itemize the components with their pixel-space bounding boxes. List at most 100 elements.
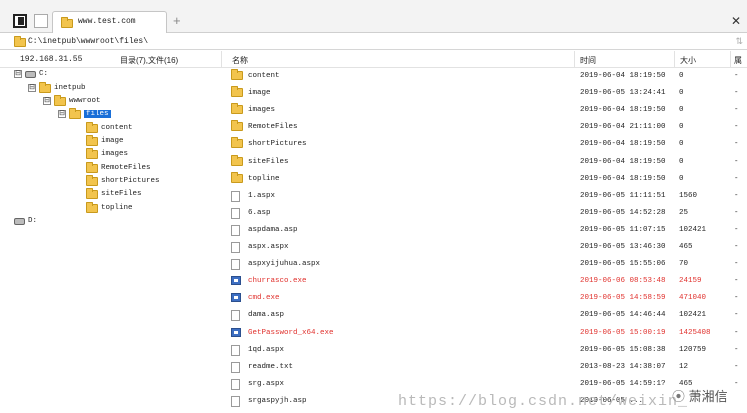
file-row[interactable]: dama.asp 2019-06-05 14:46:44 102421 - (222, 307, 747, 324)
file-name: cmd.exe (248, 294, 280, 303)
close-icon[interactable]: ✕ (731, 14, 741, 28)
column-divider (730, 51, 731, 68)
file-row[interactable]: readme.txt 2013-08-23 14:38:07 12 - (222, 359, 747, 376)
file-row[interactable]: 1.aspx 2019-06-05 11:11:51 1560 - (222, 188, 747, 205)
file-time: 2019-06-05 15:55:06 (580, 260, 666, 269)
tree-node-remotefiles[interactable]: RemoteFiles (86, 161, 151, 174)
column-divider (574, 51, 575, 68)
file-size: 25 (679, 208, 689, 217)
tree-node-wwwroot[interactable]: ⊟ wwwroot (43, 94, 101, 107)
tab-label: www.test.com (78, 17, 136, 26)
folder-icon (86, 134, 98, 146)
file-size: 102421 (679, 225, 707, 234)
server-ip: 192.168.31.55 (20, 55, 83, 64)
sort-arrows-icon[interactable]: ⇅ (735, 36, 743, 47)
file-attr: - (734, 328, 739, 337)
tree-node-label: images (101, 150, 129, 158)
panel-toggle-button[interactable] (13, 14, 27, 28)
file-name: image (248, 89, 271, 98)
file-row[interactable]: aspxyijuhua.aspx 2019-06-05 15:55:06 70 - (222, 256, 747, 273)
tree-node-content[interactable]: content (86, 121, 133, 134)
file-row[interactable]: 1qd.aspx 2019-06-05 15:08:38 120759 - (222, 342, 747, 359)
file-icon (231, 242, 240, 253)
file-name: aspx.aspx (248, 243, 289, 251)
tree-node-label: C: (39, 70, 49, 78)
title-bar: www.test.com + ✕ (0, 0, 747, 33)
tree-node-topline[interactable]: topline (86, 201, 133, 214)
file-name: images (248, 106, 276, 115)
file-time: 2019-06-04 18:19:50 (580, 72, 666, 80)
file-time: 2019-06-05 13:46:30 (580, 243, 666, 251)
path-input[interactable]: C:\inetpub\wwwroot\files\ (28, 37, 148, 46)
folder-icon (54, 94, 66, 106)
folder-icon (231, 154, 243, 166)
folder-row[interactable]: images 2019-06-04 18:19:50 0 - (222, 102, 747, 119)
folder-icon (86, 201, 98, 213)
file-time: 2019-06-05 13:24:41 (580, 89, 666, 98)
tree-node-label: wwwroot (69, 97, 101, 105)
folder-row[interactable]: topline 2019-06-04 18:19:50 0 - (222, 171, 747, 188)
file-time: 2013-08-23 14:38:07 (580, 362, 666, 371)
file-row[interactable]: cmd.exe 2019-06-05 14:58:59 471040 - (222, 290, 747, 307)
file-attr: - (734, 208, 739, 217)
file-name: aspxyijuhua.aspx (248, 260, 321, 269)
folder-icon (39, 81, 51, 93)
column-header: 192.168.31.55 目录(7),文件(16) 名称 时间 大小 属 (0, 51, 747, 68)
tree-node-files[interactable]: ⊟ files (58, 107, 111, 120)
file-name: srgaspyjh.asp (248, 396, 307, 405)
folder-row[interactable]: RemoteFiles 2019-06-04 21:11:00 0 - (222, 119, 747, 136)
file-row[interactable]: GetPassword_x64.exe 2019-06-05 15:00:19 14… (222, 325, 747, 342)
file-row[interactable]: churrasco.exe 2019-06-06 08:53:48 24159 - (222, 273, 747, 290)
new-tab-button[interactable]: + (173, 13, 181, 28)
folder-icon (86, 121, 98, 133)
folder-row[interactable]: image 2019-06-05 13:24:41 0 - (222, 85, 747, 102)
column-attr-header[interactable]: 属 (734, 55, 742, 66)
folder-row[interactable]: siteFiles 2019-06-04 18:19:50 0 - (222, 154, 747, 171)
file-size: 0 (679, 106, 684, 115)
folder-row[interactable]: shortPictures 2019-06-04 18:19:50 0 - (222, 136, 747, 153)
tree-node-c[interactable]: ⊟ C: (14, 68, 48, 80)
column-time-header[interactable]: 时间 (580, 55, 596, 66)
tree-node-d[interactable]: D: (14, 215, 37, 227)
collapse-toggle-icon[interactable]: ⊟ (58, 110, 66, 118)
file-name: dama.asp (248, 311, 285, 320)
file-name: readme.txt (248, 362, 294, 371)
tree-node-sitefiles[interactable]: siteFiles (86, 187, 142, 200)
file-icon (231, 361, 240, 373)
tree-node-shortpictures[interactable]: shortPictures (86, 174, 160, 187)
file-size: 12 (679, 362, 689, 371)
tree-node-inetpub[interactable]: ⊟ inetpub (28, 81, 86, 94)
file-size: 471040 (679, 294, 707, 303)
file-row[interactable]: 6.asp 2019-06-05 14:52:28 25 - (222, 205, 747, 222)
file-attr: - (734, 362, 739, 371)
file-time: 2019-06-05 15:08:38 (580, 345, 666, 354)
folder-icon (231, 69, 243, 80)
file-row[interactable]: aspx.aspx 2019-06-05 13:46:30 465 - (222, 239, 747, 256)
column-name-header[interactable]: 名称 (232, 55, 248, 66)
file-icon (231, 395, 240, 407)
file-name: GetPassword_x64.exe (248, 328, 334, 337)
tab-current-site[interactable]: www.test.com (52, 11, 167, 33)
file-row[interactable]: srg.aspx 2019-06-05 14:59:1? 465- (222, 376, 747, 393)
tree-node-images[interactable]: images (86, 147, 129, 160)
folder-icon (61, 17, 73, 28)
file-size: 0 (679, 174, 684, 183)
file-row[interactable]: aspdama.asp 2019-06-05 11:07:15 102421 - (222, 222, 747, 239)
collapse-toggle-icon[interactable]: ⊟ (43, 97, 51, 105)
folder-row[interactable]: content 2019-06-04 18:19:50 0 - (222, 68, 747, 85)
tree-node-image[interactable]: image (86, 134, 124, 147)
executable-icon (231, 293, 241, 303)
file-size: 1560 (679, 191, 698, 200)
collapse-toggle-icon[interactable]: ⊟ (14, 70, 22, 78)
file-name: churrasco.exe (248, 277, 307, 286)
file-attr: - (734, 140, 739, 149)
file-name: content (248, 72, 280, 80)
address-bar[interactable]: C:\inetpub\wwwroot\files\ ⇅ (0, 34, 747, 50)
file-attr: - (734, 243, 739, 251)
file-time: 2019-06-05 11:11:51 (580, 191, 666, 200)
collapse-toggle-icon[interactable]: ⊟ (28, 84, 36, 92)
column-size-header[interactable]: 大小 (680, 55, 696, 66)
file-icon (231, 224, 240, 236)
panel-toggle-button-secondary[interactable] (34, 14, 48, 28)
file-time: 2019-06-06 08:53:48 (580, 277, 666, 286)
